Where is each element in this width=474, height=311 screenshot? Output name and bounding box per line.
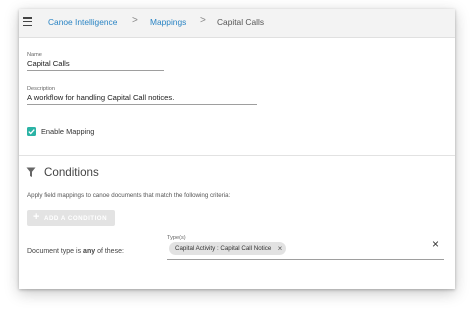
types-field-underline xyxy=(167,259,444,260)
types-label: Type(s) xyxy=(167,235,186,241)
name-field-underline xyxy=(27,70,164,71)
enable-mapping-label[interactable]: Enable Mapping xyxy=(41,127,94,136)
description-field-underline xyxy=(27,104,257,105)
name-field[interactable]: Capital Calls xyxy=(27,59,70,68)
plus-icon: + xyxy=(33,211,40,223)
document-type-chip: Capital Activity : Capital Call Notice × xyxy=(169,242,287,255)
add-condition-label: ADD A CONDITION xyxy=(44,215,108,222)
description-field[interactable]: A workflow for handling Capital Call not… xyxy=(27,93,174,102)
section-divider xyxy=(19,155,455,156)
breadcrumb-separator: > xyxy=(132,15,138,26)
conditions-description: Apply field mappings to canoe documents … xyxy=(27,192,231,199)
chip-label: Capital Activity : Capital Call Notice xyxy=(175,245,272,252)
name-label: Name xyxy=(27,52,42,58)
breadcrumb-canoe-intelligence[interactable]: Canoe Intelligence xyxy=(48,17,117,27)
breadcrumb-separator: > xyxy=(200,15,206,26)
rule-prefix: Document type is xyxy=(27,248,82,255)
rule-suffix: of these: xyxy=(97,248,124,255)
checkmark-icon xyxy=(28,129,35,135)
app-window: Canoe Intelligence > Mappings > Capital … xyxy=(19,9,455,289)
top-bar: Canoe Intelligence > Mappings > Capital … xyxy=(19,9,455,38)
breadcrumb-capital-calls: Capital Calls xyxy=(217,17,265,27)
remove-condition-icon[interactable]: × xyxy=(432,238,439,250)
filter-icon xyxy=(26,167,36,177)
hamburger-menu-icon[interactable] xyxy=(23,17,32,27)
chip-remove-icon[interactable]: × xyxy=(278,242,283,255)
description-label: Description xyxy=(27,86,55,92)
conditions-title: Conditions xyxy=(44,166,99,179)
enable-mapping-checkbox[interactable] xyxy=(27,127,36,136)
add-condition-button[interactable]: + ADD A CONDITION xyxy=(27,210,115,226)
rule-emphasis: any xyxy=(83,248,96,255)
document-type-rule-text: Document type is any of these: xyxy=(27,248,124,255)
breadcrumb-mappings[interactable]: Mappings xyxy=(150,17,186,27)
